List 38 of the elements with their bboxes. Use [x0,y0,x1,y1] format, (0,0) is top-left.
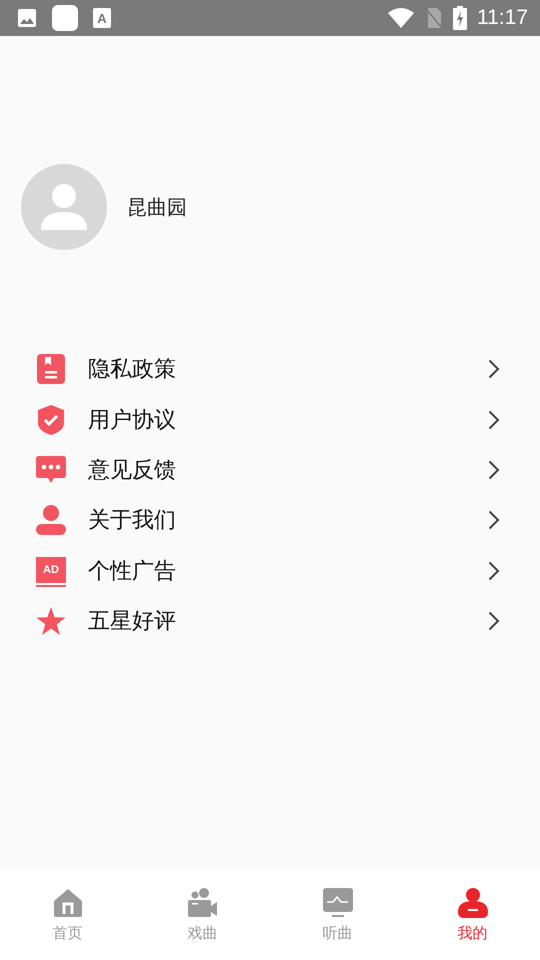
menu-item[interactable]: 意见反馈 [0,444,540,496]
menu-item[interactable]: 用户协议 [0,394,540,445]
menu-item[interactable]: 隐私政策 [0,344,540,394]
document-icon [37,354,65,384]
person-icon [458,888,488,918]
ad-icon: AD [36,556,66,585]
no-sim-icon [425,7,443,29]
profile-name: 昆曲园 [127,194,187,220]
app-icon [52,5,78,31]
monitor-icon [322,888,352,918]
chevron-right-icon [488,560,500,581]
battery-icon [453,6,467,30]
chat-icon [36,456,66,484]
menu-item[interactable]: 五星好评 [0,596,540,646]
wifi-icon [387,7,415,29]
image-icon [17,8,37,28]
avatar-icon [21,164,107,250]
menu-label: 隐私政策 [88,356,177,384]
chevron-right-icon [488,460,500,480]
menu-item[interactable]: 关于我们 [0,495,540,546]
menu-label: 个性广告 [88,558,177,586]
font-icon: A [93,8,111,28]
person-icon [36,505,66,536]
nav-tab[interactable]: 我的 [405,870,540,960]
clock-time: 11:17 [477,6,528,30]
chevron-right-icon [488,410,500,430]
menu-label: 用户协议 [88,406,177,435]
menu-label: 关于我们 [88,507,177,536]
video-camera-icon [188,888,218,918]
menu-label: 意见反馈 [88,456,177,485]
star-icon [36,606,66,636]
home-icon [52,888,82,918]
menu-item[interactable]: AD 个性广告 [0,546,540,596]
chevron-right-icon [488,510,500,530]
chevron-right-icon [488,611,500,632]
chevron-right-icon [488,359,500,380]
menu-label: 五星好评 [88,608,177,636]
shield-check-icon [38,404,64,435]
